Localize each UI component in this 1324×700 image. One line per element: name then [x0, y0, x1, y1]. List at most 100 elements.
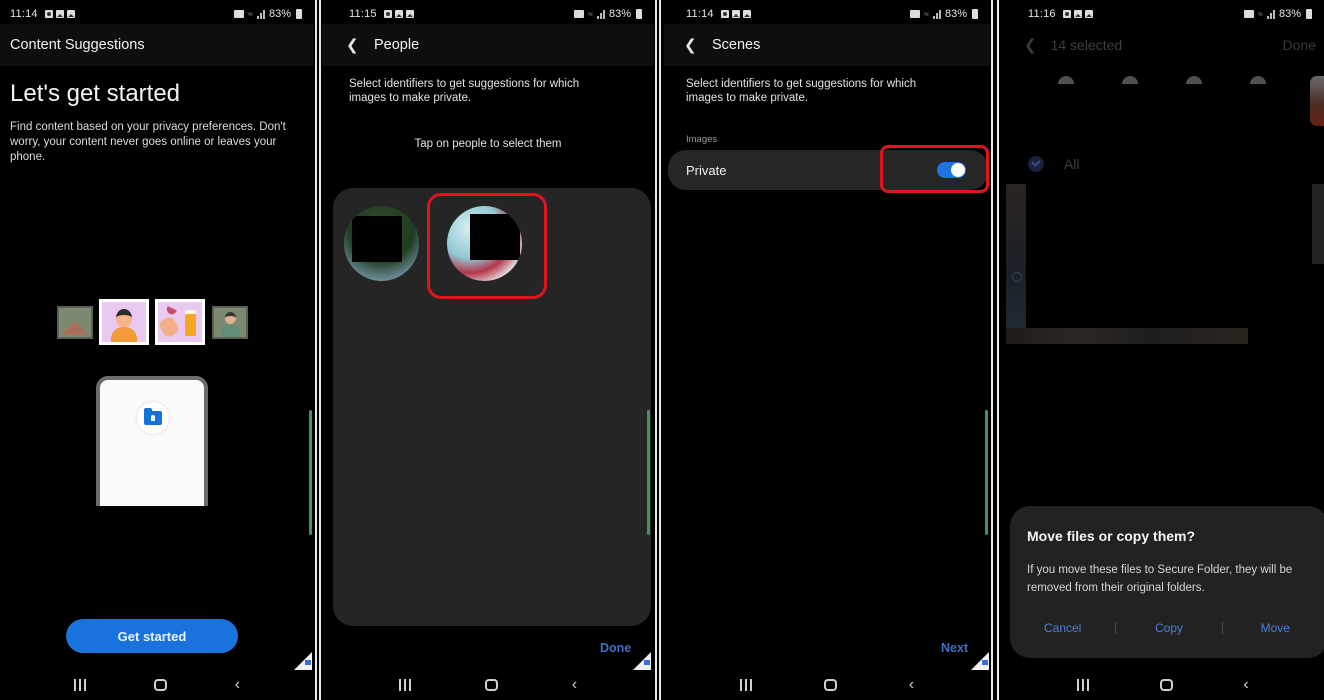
panel-divider — [997, 0, 999, 700]
back-arrow-icon[interactable]: ❮ — [1024, 36, 1037, 54]
image-thumbnail[interactable] — [1006, 328, 1248, 344]
gallery-icon — [66, 10, 75, 18]
page-title: People — [374, 37, 420, 53]
secure-folder-icon — [234, 10, 245, 18]
gallery-icon — [394, 10, 403, 18]
corner-overlay-icon[interactable] — [971, 652, 989, 670]
signal-icon — [596, 9, 605, 19]
wifi-icon: ≈ — [1258, 9, 1263, 19]
notification-icon — [383, 10, 392, 18]
status-time: 11:14 — [686, 8, 714, 20]
face-thumbnail[interactable] — [1186, 76, 1202, 84]
panel-divider — [655, 0, 657, 700]
navigation-bar: ‹ — [0, 670, 314, 700]
back-nav-icon[interactable]: ‹ — [909, 677, 914, 693]
dialog-title: Move files or copy them? — [1027, 528, 1196, 544]
image-thumbnail[interactable] — [1006, 184, 1026, 328]
navigation-bar: ‹ — [664, 670, 990, 700]
gallery-icon — [55, 10, 64, 18]
select-all-checkbox[interactable] — [1028, 156, 1044, 172]
battery-percent: 83% — [1278, 8, 1301, 20]
battery-icon — [636, 9, 642, 19]
selection-count: 14 selected — [1050, 37, 1123, 53]
scrollbar[interactable] — [647, 410, 650, 535]
person-avatar[interactable] — [344, 206, 419, 281]
status-time: 11:15 — [349, 8, 377, 20]
recent-apps-icon[interactable] — [73, 679, 86, 691]
panel-divider — [315, 0, 317, 700]
status-time: 11:14 — [10, 8, 38, 20]
annotation-highlight — [427, 193, 547, 299]
corner-overlay-icon[interactable] — [633, 652, 651, 670]
onboarding-description: Find content based on your privacy prefe… — [10, 121, 286, 163]
back-nav-icon[interactable]: ‹ — [1243, 677, 1248, 693]
panel-divider — [319, 0, 321, 700]
face-thumbnail[interactable] — [1058, 76, 1074, 84]
next-button[interactable]: Next — [941, 641, 968, 655]
face-thumbnail[interactable] — [1310, 76, 1324, 126]
signal-icon — [256, 9, 265, 19]
back-nav-icon[interactable]: ‹ — [572, 677, 577, 693]
corner-overlay-icon[interactable] — [294, 652, 312, 670]
section-label: Images — [686, 134, 718, 145]
face-thumbnail[interactable] — [1250, 76, 1266, 84]
copy-button[interactable]: Copy — [1116, 621, 1221, 635]
portrait-thumbnail — [99, 299, 149, 345]
wifi-icon: ≈ — [924, 9, 929, 19]
select-all-label: All — [1064, 156, 1080, 172]
cancel-button[interactable]: Cancel — [1010, 621, 1115, 635]
navigation-bar: ‹ — [1002, 670, 1324, 700]
recent-apps-icon[interactable] — [1077, 679, 1090, 691]
screen-people: 11:15 ≈ 83% ❮ People Select identifiers … — [322, 0, 654, 700]
battery-percent: 83% — [268, 8, 291, 20]
secure-folder-icon — [574, 10, 585, 18]
move-button[interactable]: Move — [1223, 621, 1324, 635]
back-arrow-icon[interactable]: ❮ — [684, 36, 706, 54]
back-arrow-icon[interactable]: ❮ — [346, 36, 368, 54]
drinks-thumbnail — [155, 299, 205, 345]
home-icon[interactable] — [153, 679, 167, 691]
navigation-bar: ‹ — [322, 670, 654, 700]
gallery-icon — [405, 10, 414, 18]
app-bar: ❮ 14 selected Done — [1002, 24, 1324, 66]
person-thumbnail — [212, 306, 248, 339]
dialog-actions: Cancel Copy Move — [1010, 618, 1324, 638]
app-bar: ❮ Scenes — [664, 24, 990, 66]
select-all-row[interactable]: All — [1028, 156, 1080, 172]
home-icon[interactable] — [1159, 679, 1173, 691]
panel-divider — [991, 0, 993, 700]
scrollbar[interactable] — [985, 410, 988, 535]
landscape-thumbnail — [57, 306, 93, 339]
done-button[interactable]: Done — [1283, 37, 1316, 53]
battery-icon — [972, 9, 978, 19]
home-icon[interactable] — [823, 679, 837, 691]
home-icon[interactable] — [484, 679, 498, 691]
face-redaction — [352, 216, 402, 262]
people-list — [333, 188, 651, 626]
screen-scenes: 11:14 ≈ 83% ❮ Scenes Select identifiers … — [664, 0, 990, 700]
panel-divider — [659, 0, 661, 700]
signal-icon — [1266, 9, 1275, 19]
instructions-text: Select identifiers to get suggestions fo… — [349, 78, 580, 104]
gallery-icon — [731, 10, 740, 18]
face-thumbnail[interactable] — [1122, 76, 1138, 84]
status-bar: 11:15 ≈ 83% — [349, 6, 642, 22]
battery-icon — [296, 9, 302, 19]
page-title: Content Suggestions — [10, 37, 145, 53]
image-grid — [1006, 182, 1324, 346]
recent-apps-icon[interactable] — [739, 679, 752, 691]
image-thumbnail[interactable] — [1312, 184, 1324, 264]
done-button[interactable]: Done — [600, 641, 631, 655]
back-nav-icon[interactable]: ‹ — [235, 677, 240, 693]
status-bar: 11:16 ≈ 83% — [1028, 6, 1312, 22]
image-checkbox[interactable] — [1012, 272, 1022, 282]
app-bar: Content Suggestions — [0, 24, 314, 66]
recent-apps-icon[interactable] — [398, 679, 411, 691]
secure-folder-icon — [910, 10, 921, 18]
setting-label: Private — [686, 162, 727, 178]
scrollbar[interactable] — [309, 410, 312, 535]
status-time: 11:16 — [1028, 8, 1056, 20]
dialog-message: If you move these files to Secure Folder… — [1027, 564, 1293, 594]
get-started-button[interactable]: Get started — [66, 619, 238, 653]
app-bar: ❮ People — [322, 24, 654, 66]
